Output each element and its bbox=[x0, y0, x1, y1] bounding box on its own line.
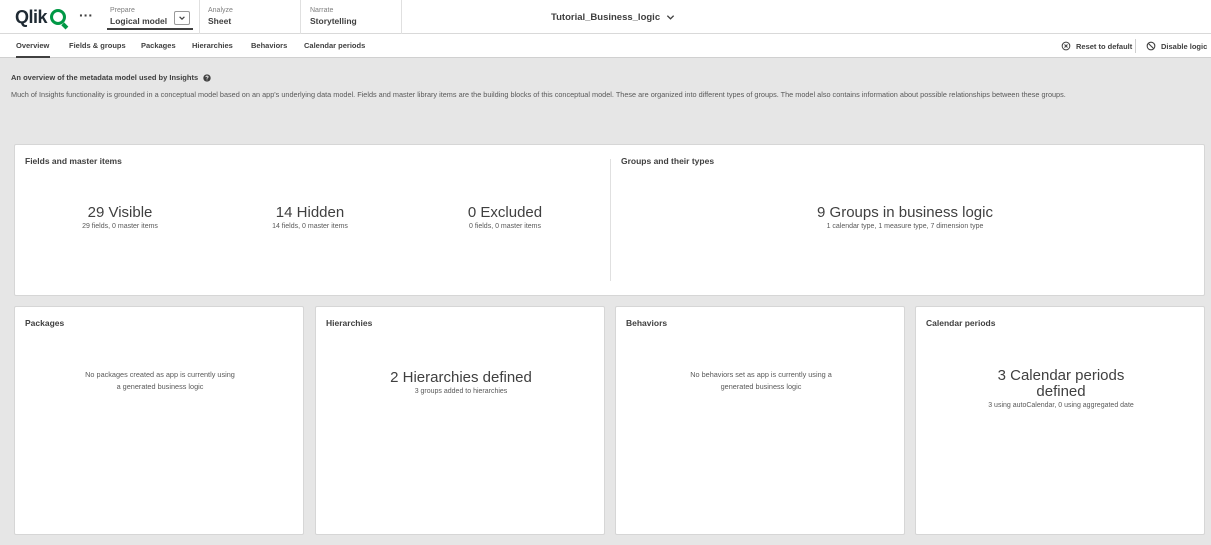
fields-groups-card[interactable]: Fields and master items 29 Visible 29 fi… bbox=[14, 144, 1205, 296]
stage-narrate[interactable]: Narrate Storytelling bbox=[310, 6, 400, 30]
prepare-dropdown-button[interactable] bbox=[174, 11, 190, 25]
logo-text: Qlik bbox=[15, 7, 48, 27]
hidden-count: 14 Hidden bbox=[275, 204, 345, 221]
action-divider bbox=[1135, 39, 1136, 53]
visible-detail: 29 fields, 0 master items bbox=[82, 223, 158, 230]
logo-q-mark bbox=[50, 9, 67, 25]
disable-logic-button[interactable]: Disable logic bbox=[1146, 34, 1207, 58]
excluded-count: 0 Excluded bbox=[467, 204, 543, 221]
overview-description: Much of Insights functionality is ground… bbox=[11, 90, 1066, 99]
more-options-button[interactable]: ··· bbox=[77, 7, 95, 25]
packages-card-title: Packages bbox=[25, 318, 65, 328]
hierarchies-stat: 2 Hierarchies defined 3 groups added to … bbox=[361, 369, 561, 397]
fields-card-title: Fields and master items bbox=[25, 156, 122, 166]
hierarchies-count: 2 Hierarchies defined bbox=[390, 369, 532, 386]
tab-bar: Overview Fields & groups Packages Hierar… bbox=[0, 34, 1211, 58]
hidden-detail: 14 fields, 0 master items bbox=[272, 223, 348, 230]
packages-card[interactable]: Packages No packages created as app is c… bbox=[14, 306, 304, 535]
stage-narrate-value: Storytelling bbox=[310, 16, 357, 26]
calendar-stat: 3 Calendar periods defined 3 using autoC… bbox=[986, 368, 1136, 412]
app-title: Tutorial_Business_logic bbox=[551, 12, 661, 23]
stage-divider bbox=[401, 0, 402, 34]
stage-prepare[interactable]: Prepare Logical model bbox=[107, 6, 218, 30]
behaviors-card[interactable]: Behaviors No behaviors set as app is cur… bbox=[615, 306, 905, 535]
hierarchies-card-title: Hierarchies bbox=[326, 318, 373, 328]
disable-icon bbox=[1146, 41, 1156, 51]
reset-to-default-button[interactable]: Reset to default bbox=[1061, 34, 1132, 58]
groups-card-title: Groups and their types bbox=[621, 156, 715, 166]
qlik-logo[interactable]: Qlik bbox=[15, 7, 67, 27]
stage-divider bbox=[199, 0, 200, 34]
overview-heading: An overview of the metadata model used b… bbox=[11, 73, 1206, 83]
tab-fields-groups[interactable]: Fields & groups bbox=[69, 34, 126, 58]
excluded-stat: 0 Excluded 0 fields, 0 master items bbox=[430, 204, 580, 232]
hierarchies-detail: 3 groups added to hierarchies bbox=[414, 388, 508, 395]
tab-packages[interactable]: Packages bbox=[141, 34, 176, 58]
hidden-stat: 14 Hidden 14 fields, 0 master items bbox=[235, 204, 385, 232]
reset-icon bbox=[1061, 41, 1071, 51]
stage-narrate-label: Narrate bbox=[310, 7, 334, 14]
groups-stat: 9 Groups in business logic 1 calendar ty… bbox=[715, 204, 1095, 232]
help-icon[interactable] bbox=[203, 74, 211, 82]
overview-section: An overview of the metadata model used b… bbox=[11, 73, 1206, 101]
tab-overview[interactable]: Overview bbox=[16, 34, 50, 58]
excluded-detail: 0 fields, 0 master items bbox=[469, 223, 541, 230]
stage-analyze-value: Sheet bbox=[208, 16, 232, 26]
card-divider bbox=[610, 159, 611, 281]
tab-calendar-periods[interactable]: Calendar periods bbox=[304, 34, 365, 58]
stage-analyze-label: Analyze bbox=[208, 7, 233, 14]
app-title-dropdown[interactable]: Tutorial_Business_logic bbox=[551, 12, 675, 23]
calendar-periods-card[interactable]: Calendar periods 3 Calendar periods defi… bbox=[915, 306, 1205, 535]
chevron-down-icon bbox=[179, 16, 185, 21]
reset-label: Reset to default bbox=[1076, 41, 1133, 51]
tab-hierarchies[interactable]: Hierarchies bbox=[192, 34, 233, 58]
overview-title: An overview of the metadata model used b… bbox=[11, 73, 199, 82]
visible-count: 29 Visible bbox=[87, 204, 153, 221]
groups-count: 9 Groups in business logic bbox=[817, 204, 993, 221]
packages-message: No packages created as app is currently … bbox=[85, 370, 235, 391]
behaviors-card-title: Behaviors bbox=[626, 318, 668, 328]
hierarchies-card[interactable]: Hierarchies 2 Hierarchies defined 3 grou… bbox=[315, 306, 605, 535]
tab-behaviors[interactable]: Behaviors bbox=[251, 34, 287, 58]
chevron-down-icon bbox=[666, 15, 675, 20]
calendar-detail: 3 using autoCalendar, 0 using aggregated… bbox=[988, 402, 1134, 409]
disable-label: Disable logic bbox=[1161, 41, 1208, 51]
groups-detail: 1 calendar type, 1 measure type, 7 dimen… bbox=[826, 223, 984, 230]
calendar-count: 3 Calendar periods defined bbox=[997, 367, 1125, 400]
stage-divider bbox=[300, 0, 301, 34]
stage-analyze[interactable]: Analyze Sheet bbox=[208, 6, 288, 30]
calendar-card-title: Calendar periods bbox=[926, 318, 996, 328]
top-bar: Qlik ··· Prepare Logical model Analyze S… bbox=[0, 0, 1211, 34]
visible-stat: 29 Visible 29 fields, 0 master items bbox=[45, 204, 195, 232]
behaviors-message: No behaviors set as app is currently usi… bbox=[690, 370, 832, 391]
